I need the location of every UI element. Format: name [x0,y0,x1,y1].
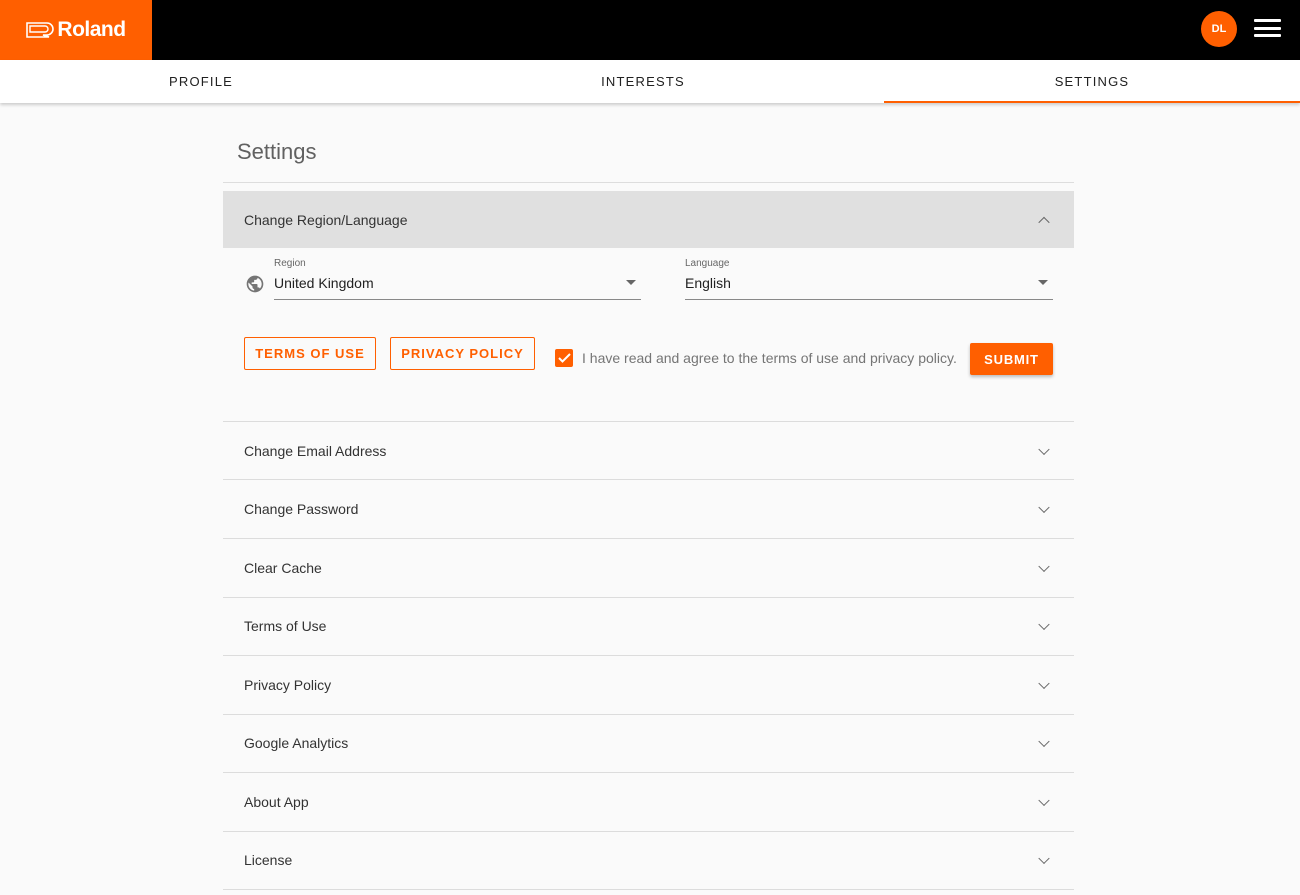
chevron-down-icon [1038,560,1050,572]
divider [223,889,1074,890]
panel-title: License [244,851,293,868]
chevron-down-icon [1038,852,1050,864]
panel-title: Change Email Address [244,442,387,459]
brand-name: Roland [57,18,126,41]
panel-title: Terms of Use [244,617,327,634]
globe-icon [246,275,264,293]
privacy-policy-panel-header[interactable]: Privacy Policy [223,656,1074,713]
chevron-down-icon [1038,794,1050,806]
tab-profile[interactable]: PROFILE [0,60,402,103]
language-label: Language [685,258,730,269]
chevron-down-icon [1038,443,1050,455]
panel-title: Google Analytics [244,734,349,751]
panel-title: Clear Cache [244,559,322,576]
page-title: Settings [237,139,317,164]
checkmark-icon [557,353,571,363]
about-app-panel-header[interactable]: About App [223,773,1074,830]
chevron-down-icon [1038,677,1050,689]
panel-title: About App [244,793,309,810]
panel-title: Change Password [244,500,359,517]
dropdown-arrow-icon [1038,280,1048,285]
terms-of-use-button[interactable]: TERMS OF USE [244,337,376,370]
chevron-down-icon [1038,501,1050,513]
privacy-policy-button[interactable]: PRIVACY POLICY [390,337,535,370]
license-panel-header[interactable]: License [223,831,1074,888]
google-analytics-panel-header[interactable]: Google Analytics [223,714,1074,771]
region-select[interactable]: Region United Kingdom [274,258,641,300]
language-select[interactable]: Language English [685,258,1053,300]
chevron-up-icon [1038,216,1050,228]
submit-button[interactable]: SUBMIT [970,343,1053,375]
avatar[interactable]: DL [1201,11,1237,47]
region-language-panel-header[interactable]: Change Region/Language [223,191,1074,248]
roland-r-mark-icon [26,22,55,38]
terms-of-use-panel-header[interactable]: Terms of Use [223,597,1074,654]
region-label: Region [274,258,306,269]
top-bar: Roland DL [0,0,1300,60]
change-email-panel-header[interactable]: Change Email Address [223,422,1074,479]
language-value: English [685,275,731,291]
roland-logo[interactable]: Roland [0,0,152,60]
dropdown-arrow-icon [626,280,636,285]
clear-cache-panel-header[interactable]: Clear Cache [223,539,1074,596]
agree-checkbox[interactable] [555,349,573,367]
agree-text: I have read and agree to the terms of us… [582,350,957,366]
change-password-panel-header[interactable]: Change Password [223,480,1074,537]
tab-bar: PROFILE INTERESTS SETTINGS [0,60,1300,103]
tab-settings[interactable]: SETTINGS [884,60,1300,103]
panel-title: Change Region/Language [244,211,408,228]
chevron-down-icon [1038,735,1050,747]
region-value: United Kingdom [274,275,374,291]
divider [223,182,1074,183]
panel-title: Privacy Policy [244,676,332,693]
tab-interests[interactable]: INTERESTS [402,60,884,103]
chevron-down-icon [1038,618,1050,630]
hamburger-menu-icon[interactable] [1254,17,1281,39]
